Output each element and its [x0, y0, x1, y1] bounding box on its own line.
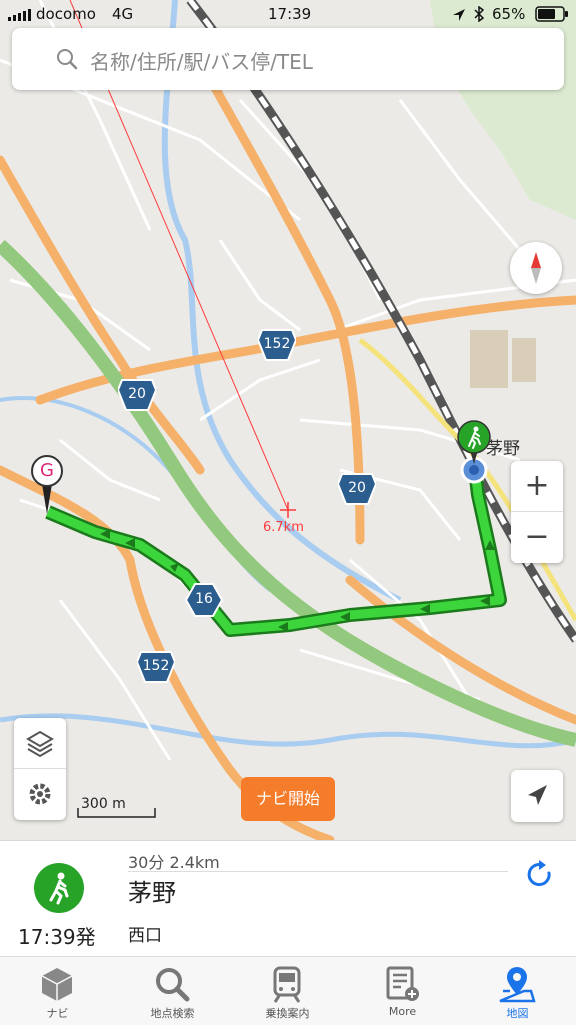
search-bar[interactable]: 名称/住所/駅/バス停/TEL	[12, 28, 564, 90]
layers-button[interactable]	[14, 718, 66, 769]
refresh-icon[interactable]	[524, 859, 556, 891]
route-shield: 16	[185, 583, 223, 617]
map-view[interactable]: 6.7km 152 20 20 16 152 茅野 G + − 300 m ナビ…	[0, 0, 576, 840]
tab-map[interactable]: 地図	[460, 957, 575, 1025]
search-placeholder: 名称/住所/駅/バス停/TEL	[90, 50, 313, 74]
current-location-button[interactable]	[511, 770, 563, 822]
nav-start-button[interactable]: ナビ開始	[241, 777, 335, 821]
gear-icon	[29, 783, 51, 805]
compass-button[interactable]	[510, 242, 562, 294]
destination-name: 茅野	[128, 879, 176, 907]
signal-icon	[8, 9, 31, 21]
tab-transit[interactable]: 乗換案内	[230, 957, 345, 1025]
route-shield: 152	[137, 650, 175, 684]
goal-pin[interactable]: G	[30, 454, 64, 516]
settings-button[interactable]	[14, 769, 66, 819]
network-type: 4G	[112, 5, 134, 23]
tab-bar: ナビ 地点検索 乗換案内 More 地図	[0, 956, 576, 1025]
more-list-icon	[386, 966, 419, 1001]
bluetooth-icon	[474, 6, 484, 22]
divider	[128, 871, 508, 872]
zoom-in-button[interactable]: +	[511, 461, 563, 512]
compass-icon	[531, 252, 541, 284]
tab-spot-search[interactable]: 地点検索	[115, 957, 230, 1025]
search-icon	[57, 49, 78, 70]
route-shield: 20	[338, 472, 376, 506]
clock: 17:39	[268, 5, 312, 23]
walk-pin-icon	[457, 420, 491, 484]
layers-icon	[26, 730, 54, 758]
goal-label: G	[40, 460, 54, 481]
zoom-out-button[interactable]: −	[511, 512, 563, 562]
map-tools	[14, 718, 66, 820]
tab-navi[interactable]: ナビ	[0, 957, 115, 1025]
route-shield: 152	[258, 328, 296, 362]
zoom-control: + −	[511, 461, 563, 563]
duration-distance: 30分 2.4km	[128, 853, 220, 872]
route-shield: 20	[118, 378, 156, 412]
status-bar: docomo 4G 17:39 65%	[0, 0, 576, 28]
map-pin-icon	[499, 967, 536, 1003]
route-summary-panel[interactable]: 17:39発 30分 2.4km 茅野 西口	[0, 840, 576, 957]
battery-icon	[535, 6, 568, 22]
walk-mode-icon	[34, 863, 84, 913]
exit-label: 西口	[128, 926, 162, 946]
carrier: docomo	[36, 5, 96, 23]
location-arrow-icon	[528, 785, 547, 805]
navi-cube-icon	[41, 968, 73, 1001]
location-services-icon	[453, 9, 465, 21]
search-icon	[156, 968, 190, 1002]
train-icon	[273, 966, 301, 1003]
battery-percent: 65%	[492, 5, 526, 23]
distance-label: 6.7km	[263, 520, 304, 535]
tab-more[interactable]: More	[345, 957, 460, 1025]
start-walk-pin[interactable]	[456, 420, 492, 486]
depart-time: 17:39発	[18, 925, 96, 949]
scale-bar: 300 m	[77, 796, 157, 818]
